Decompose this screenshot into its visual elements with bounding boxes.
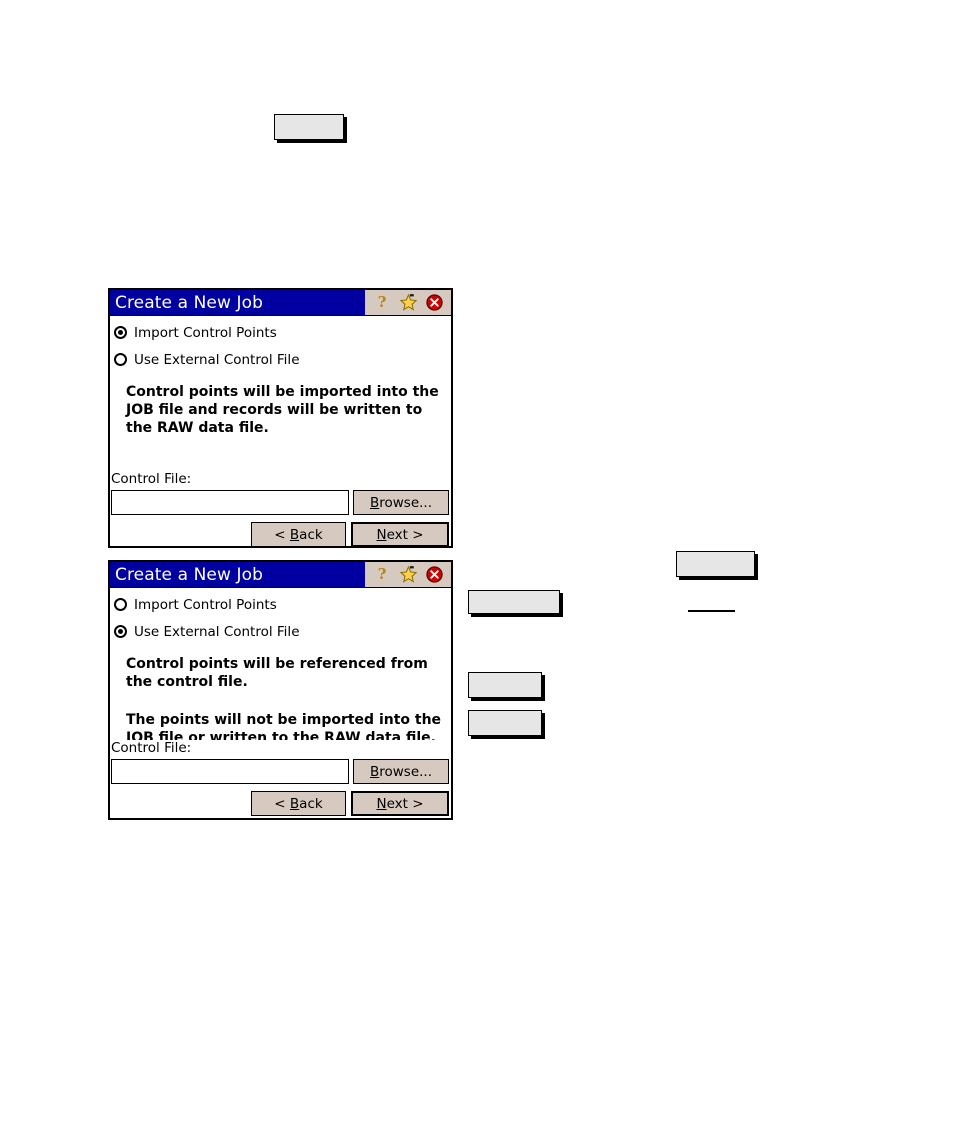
browse-accelerator: B <box>369 763 380 780</box>
radio-indicator <box>114 598 127 611</box>
control-file-input[interactable] <box>111 759 349 784</box>
browse-accelerator: B <box>369 494 380 511</box>
placeholder-box-left-upper <box>468 590 560 614</box>
titlebar-buttons: ? <box>365 562 451 587</box>
window-title: Create a New Job <box>115 292 264 313</box>
back-button[interactable]: < Back <box>251 522 346 546</box>
description-message-secondary: The points will not be imported into the… <box>126 712 442 740</box>
radio-label: Use External Control File <box>134 623 300 640</box>
titlebar: Create a New Job ? <box>110 562 451 588</box>
radio-indicator <box>114 353 127 366</box>
back-button[interactable]: < Back <box>251 791 346 816</box>
control-file-label: Control File: <box>111 740 192 756</box>
titlebar: Create a New Job ? <box>110 290 451 316</box>
placeholder-box-right-upper <box>676 551 755 577</box>
description-message-primary: Control points will be referenced from t… <box>126 656 428 690</box>
close-icon[interactable] <box>421 562 447 587</box>
browse-button[interactable]: Browse... <box>353 759 449 784</box>
dialog-body: Import Control Points Use External Contr… <box>110 593 451 818</box>
next-button[interactable]: Next > <box>351 522 449 546</box>
navigation-row: < Back Next > <box>110 522 451 546</box>
control-file-input[interactable] <box>111 490 349 515</box>
radio-label: Use External Control File <box>134 351 300 368</box>
dialog-use-external-control-file: Create a New Job ? Import Control Points… <box>108 560 453 820</box>
radio-indicator <box>114 326 127 339</box>
radio-label: Import Control Points <box>134 324 277 341</box>
next-label: ext > <box>386 526 424 543</box>
help-icon[interactable]: ? <box>369 290 395 315</box>
back-label-post: ack <box>299 526 323 543</box>
back-accelerator: B <box>289 795 300 812</box>
dialog-import-control-points: Create a New Job ? Import Control Points… <box>108 288 453 548</box>
radio-option-use-external-control-file[interactable]: Use External Control File <box>110 348 451 371</box>
placeholder-box-left-middle <box>468 672 542 698</box>
radio-indicator <box>114 625 127 638</box>
description-message: Control points will be imported into the… <box>126 384 439 436</box>
favorites-star-icon[interactable] <box>395 562 421 587</box>
placeholder-box-left-lower <box>468 710 542 736</box>
placeholder-underline <box>688 610 735 612</box>
close-icon[interactable] <box>421 290 447 315</box>
back-label-pre: < <box>274 526 290 543</box>
back-label-post: ack <box>299 795 323 812</box>
next-accelerator: N <box>376 795 387 812</box>
next-accelerator: N <box>376 526 387 543</box>
browse-label: rowse... <box>379 494 433 511</box>
back-accelerator: B <box>289 526 300 543</box>
favorites-star-icon[interactable] <box>395 290 421 315</box>
control-file-row: Browse... <box>110 759 451 784</box>
radio-option-import-control-points[interactable]: Import Control Points <box>110 321 451 344</box>
browse-button[interactable]: Browse... <box>353 490 449 515</box>
dialog-body: Import Control Points Use External Contr… <box>110 321 451 546</box>
browse-label: rowse... <box>379 763 433 780</box>
next-button[interactable]: Next > <box>351 791 449 816</box>
back-label-pre: < <box>274 795 290 812</box>
placeholder-box-top <box>274 114 344 140</box>
radio-option-use-external-control-file[interactable]: Use External Control File <box>110 620 451 643</box>
description-message-secondary-clip: The points will not be imported into the… <box>110 711 451 740</box>
navigation-row: < Back Next > <box>110 791 451 816</box>
next-label: ext > <box>386 795 424 812</box>
radio-option-import-control-points[interactable]: Import Control Points <box>110 593 451 616</box>
titlebar-buttons: ? <box>365 290 451 315</box>
control-file-label: Control File: <box>111 471 192 487</box>
control-file-row: Browse... <box>110 490 451 515</box>
help-icon[interactable]: ? <box>369 562 395 587</box>
radio-label: Import Control Points <box>134 596 277 613</box>
window-title: Create a New Job <box>115 564 264 585</box>
